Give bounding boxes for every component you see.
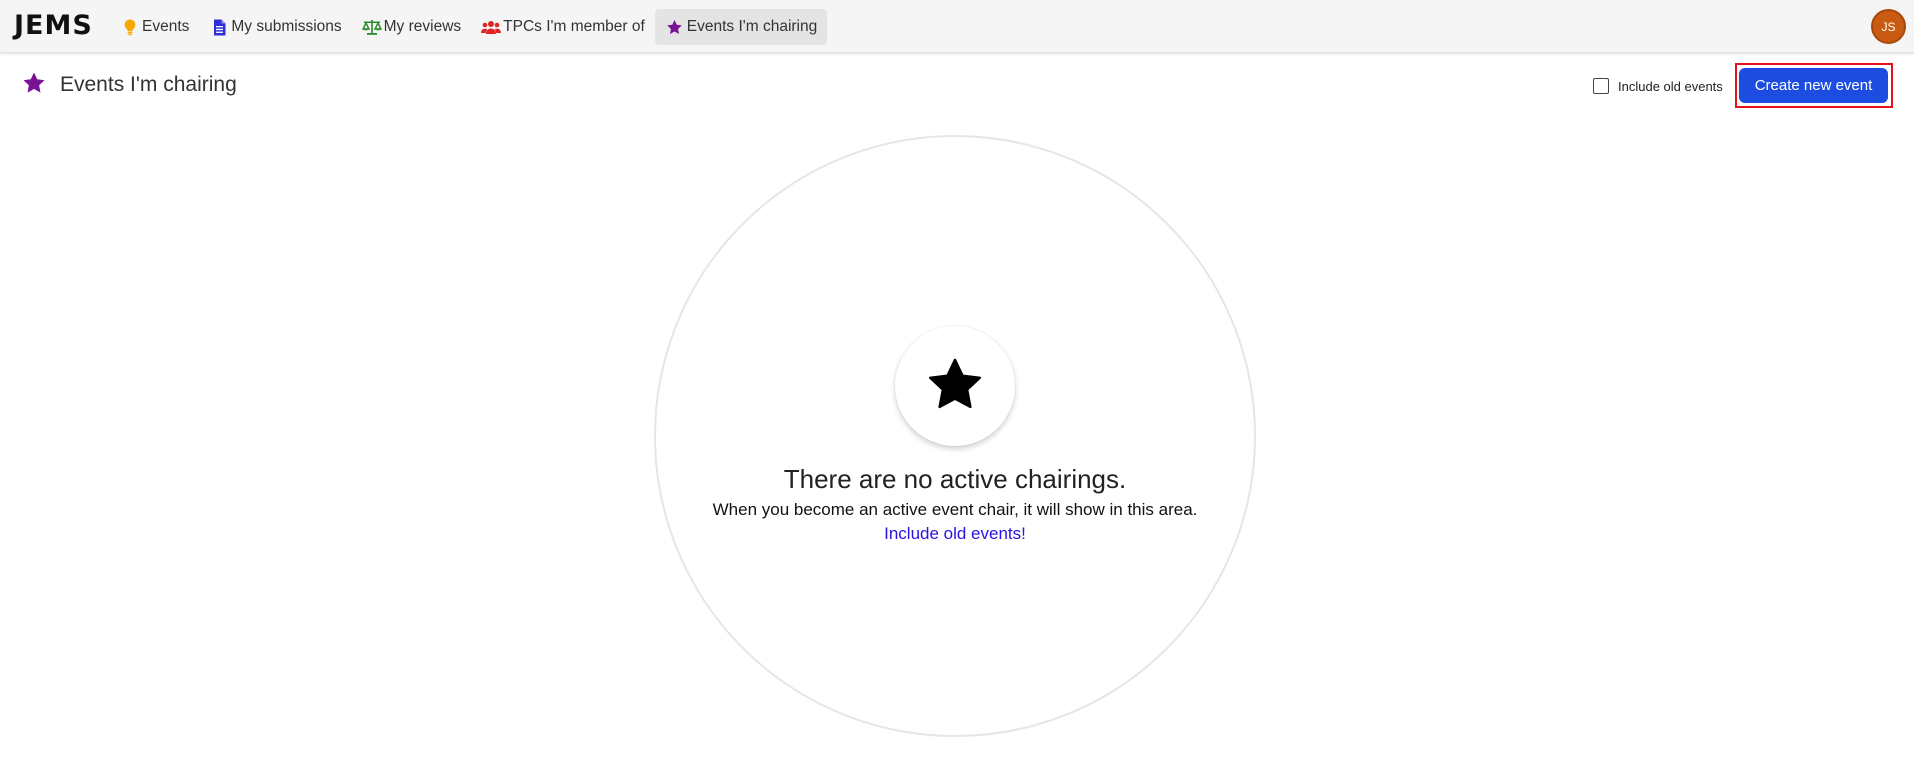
include-old-events-toggle[interactable]: Include old events: [1593, 78, 1723, 94]
users-icon: [481, 17, 502, 37]
nav-item-my-reviews[interactable]: My reviews: [352, 9, 472, 45]
page-title: Events I'm chairing: [60, 73, 237, 96]
include-old-events-checkbox[interactable]: [1593, 78, 1609, 94]
empty-state-badge: [895, 326, 1015, 446]
scale-icon: [361, 17, 382, 37]
lightbulb-icon: [120, 17, 140, 37]
page-header: Events I'm chairing: [22, 71, 237, 99]
nav-item-label: My submissions: [231, 18, 342, 35]
empty-state-message: When you become an active event chair, i…: [712, 500, 1198, 519]
document-icon: [209, 17, 229, 37]
empty-state-title: There are no active chairings.: [783, 464, 1127, 494]
app-logo[interactable]: JEMS: [14, 10, 93, 41]
star-icon: [927, 357, 983, 415]
nav-item-label: My reviews: [383, 18, 462, 35]
nav-item-events[interactable]: Events: [110, 9, 199, 45]
include-old-events-label: Include old events: [1618, 78, 1723, 94]
nav-item-label: Events: [142, 18, 190, 35]
include-old-events-link-suffix[interactable]: !: [1021, 524, 1026, 543]
include-old-events-link[interactable]: Include old events: [884, 524, 1021, 543]
star-icon: [665, 17, 685, 37]
main-nav: Events My submissions My reviews TPCs I'…: [110, 9, 828, 45]
top-navigation-bar: JEMS Events My submissions My reviews TP…: [0, 0, 1914, 53]
nav-item-label: TPCs I'm member of: [503, 18, 645, 35]
star-icon: [22, 71, 46, 99]
nav-item-my-submissions[interactable]: My submissions: [199, 9, 351, 45]
empty-state-link-line: Include old events!: [654, 524, 1256, 544]
nav-item-tpcs[interactable]: TPCs I'm member of: [471, 9, 655, 45]
nav-item-events-chairing[interactable]: Events I'm chairing: [654, 9, 828, 45]
create-new-event-button[interactable]: Create new event: [1739, 68, 1888, 103]
user-avatar[interactable]: JS: [1871, 9, 1906, 44]
nav-item-label: Events I'm chairing: [686, 18, 818, 35]
